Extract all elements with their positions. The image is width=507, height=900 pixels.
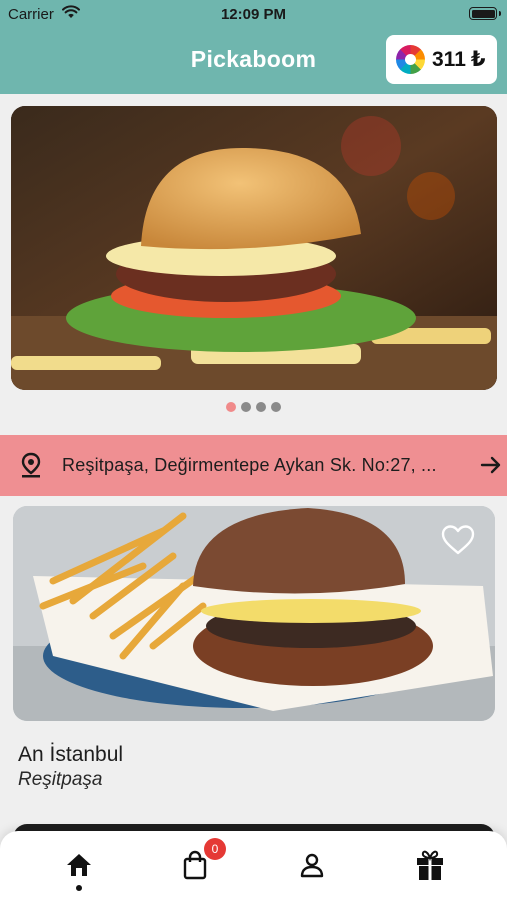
balance-chip[interactable]: 311 ₺	[386, 35, 497, 84]
burger-fries-illustration	[13, 506, 495, 721]
prize-wheel-icon	[396, 45, 425, 74]
battery-icon	[469, 7, 501, 20]
carousel-pagination[interactable]	[0, 402, 507, 412]
burger-illustration	[11, 106, 497, 390]
tab-home[interactable]	[62, 848, 96, 882]
app-header: Carrier 12:09 PM Pickaboom 311 ₺	[0, 0, 507, 94]
address-text: Reşitpaşa, Değirmentepe Aykan Sk. No:27,…	[62, 455, 437, 475]
restaurant-card-image[interactable]	[13, 506, 495, 721]
carousel-dot-4[interactable]	[271, 402, 281, 412]
arrow-right-icon[interactable]	[480, 454, 502, 476]
location-pin-icon	[21, 452, 41, 478]
status-time: 12:09 PM	[220, 6, 287, 23]
cart-count-badge: 0	[204, 838, 226, 860]
home-icon	[67, 854, 91, 876]
gift-icon	[417, 850, 443, 880]
carousel-dot-2[interactable]	[241, 402, 251, 412]
restaurant-name[interactable]: An İstanbul	[18, 743, 123, 767]
status-bar: Carrier 12:09 PM	[0, 0, 507, 28]
user-icon	[300, 853, 324, 878]
balance-amount: 311	[432, 47, 466, 71]
carousel-dot-1[interactable]	[226, 402, 236, 412]
active-tab-indicator	[76, 885, 82, 891]
restaurant-area: Reşitpaşa	[18, 769, 103, 790]
tab-rewards[interactable]	[413, 848, 447, 882]
favorite-heart-icon[interactable]	[441, 524, 475, 556]
currency-symbol: ₺	[470, 48, 486, 71]
delivery-address-bar[interactable]: Reşitpaşa, Değirmentepe Aykan Sk. No:27,…	[0, 435, 507, 496]
shopping-bag-icon	[183, 850, 207, 880]
tab-profile[interactable]	[295, 848, 329, 882]
carousel-dot-3[interactable]	[256, 402, 266, 412]
promo-carousel-image[interactable]	[11, 106, 497, 390]
